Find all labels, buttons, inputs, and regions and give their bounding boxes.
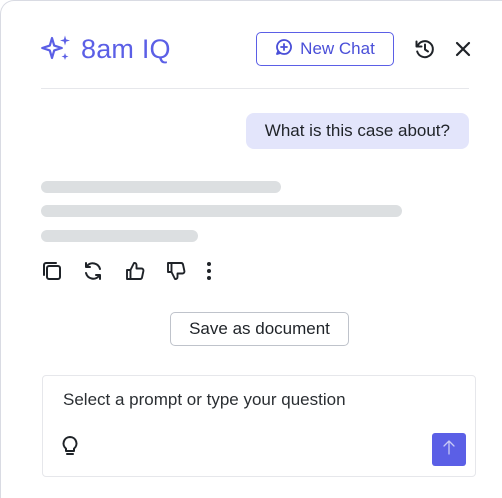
arrow-up-icon <box>442 439 456 460</box>
regenerate-button[interactable] <box>82 260 104 282</box>
send-button[interactable] <box>432 433 466 466</box>
prompt-input[interactable] <box>63 388 443 412</box>
lightbulb-icon <box>60 436 80 461</box>
refresh-icon <box>82 262 104 286</box>
history-button[interactable] <box>413 37 437 61</box>
more-vertical-icon <box>201 262 223 286</box>
composer <box>42 375 476 477</box>
history-icon <box>413 40 437 65</box>
chat-plus-icon <box>275 38 293 61</box>
user-message-bubble: What is this case about? <box>245 113 469 149</box>
loading-skeleton-line <box>41 205 402 217</box>
more-options-button[interactable] <box>201 260 223 282</box>
thumbs-up-icon <box>124 262 146 286</box>
save-as-document-button[interactable]: Save as document <box>170 312 349 346</box>
thumbs-down-icon <box>165 262 187 286</box>
header-divider <box>41 88 469 89</box>
loading-skeleton-line <box>41 230 198 242</box>
brand: 8am IQ <box>39 31 171 67</box>
close-icon <box>451 41 475 65</box>
copy-button[interactable] <box>41 260 63 282</box>
app-title: 8am IQ <box>81 33 171 64</box>
chat-header: 8am IQ New Chat <box>39 31 475 67</box>
user-message-text: What is this case about? <box>264 121 450 140</box>
dislike-button[interactable] <box>165 260 187 282</box>
copy-icon <box>41 262 63 286</box>
like-button[interactable] <box>124 260 146 282</box>
chat-panel: 8am IQ New Chat What is this case about?… <box>0 0 502 498</box>
loading-skeleton-line <box>41 181 281 193</box>
new-chat-button[interactable]: New Chat <box>256 32 394 66</box>
new-chat-label: New Chat <box>300 39 375 58</box>
close-button[interactable] <box>451 37 475 61</box>
sparkles-icon <box>39 34 73 64</box>
prompt-library-button[interactable] <box>60 435 80 457</box>
